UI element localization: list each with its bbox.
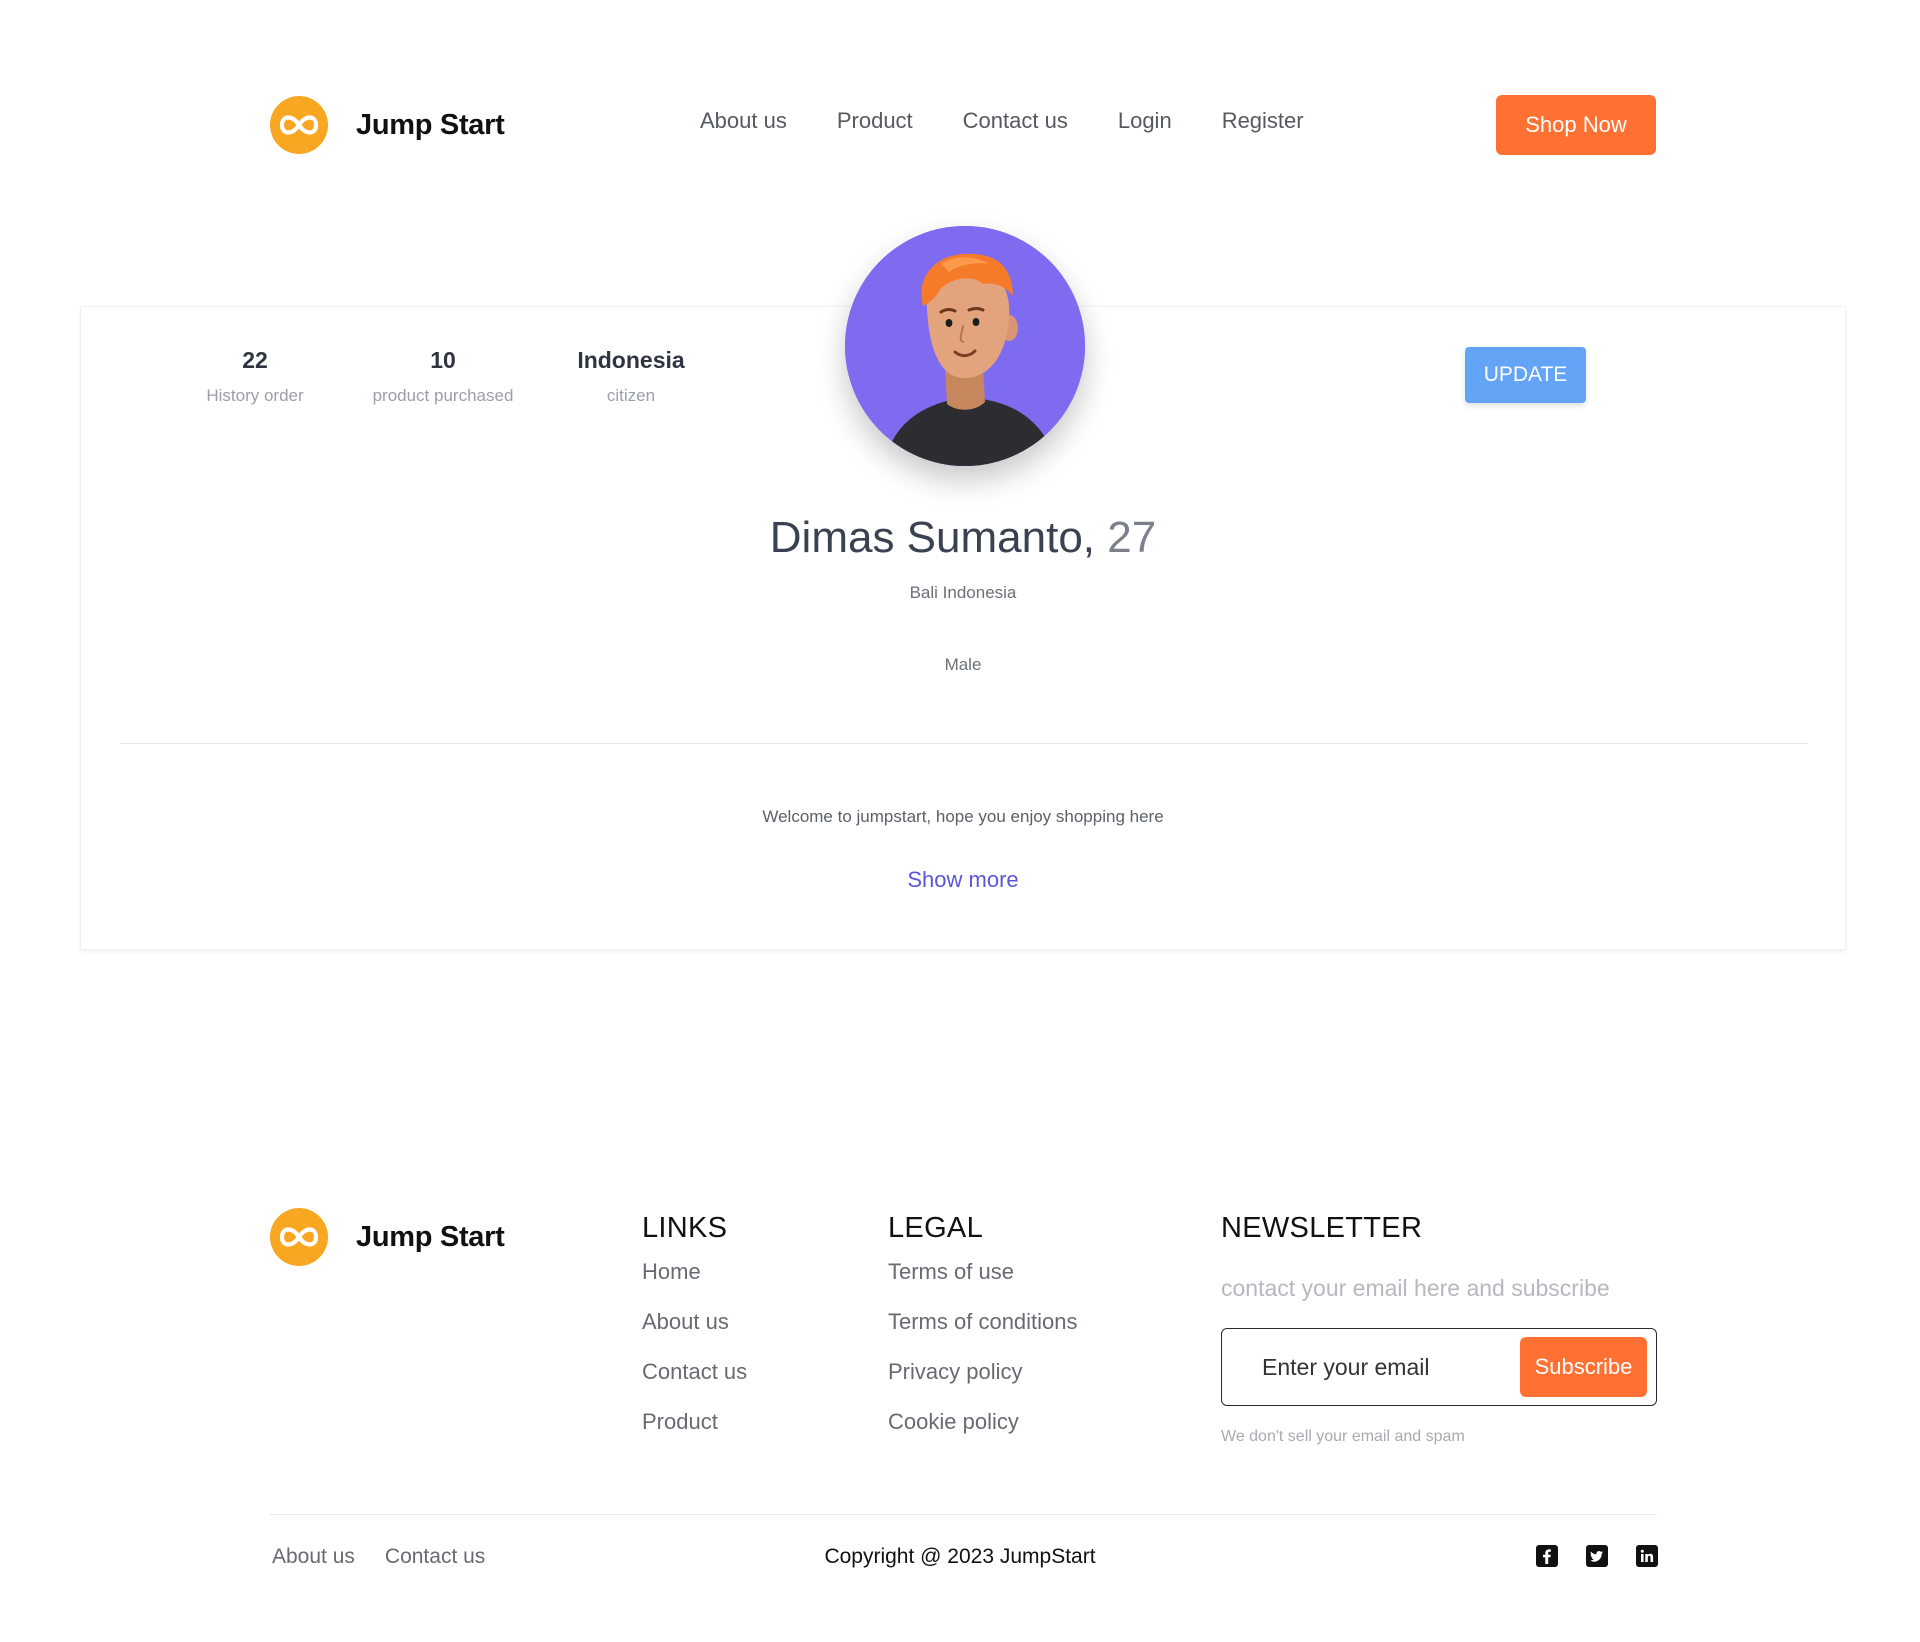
stat-citizen: Indonesia citizen: [537, 347, 725, 406]
newsletter-form: Subscribe: [1221, 1328, 1657, 1406]
subscribe-button[interactable]: Subscribe: [1520, 1337, 1647, 1397]
profile-location: Bali Indonesia: [909, 583, 1017, 602]
profile-age: 27: [1107, 513, 1157, 562]
newsletter-section: NEWSLETTER contact your email here and s…: [1221, 1212, 1657, 1446]
update-button[interactable]: UPDATE: [1465, 347, 1586, 403]
nav-login[interactable]: Login: [1118, 108, 1172, 134]
footer-link-product[interactable]: Product: [642, 1397, 747, 1447]
nav-register[interactable]: Register: [1222, 108, 1304, 134]
nav-contact-us[interactable]: Contact us: [963, 108, 1068, 134]
footer-legal-column: LEGAL Terms of use Terms of conditions P…: [888, 1212, 1078, 1447]
avatar-illustration: [845, 226, 1085, 466]
footer-link-terms-of-use[interactable]: Terms of use: [888, 1247, 1078, 1297]
brand-name: Jump Start: [356, 108, 505, 141]
nav-product[interactable]: Product: [837, 108, 913, 134]
footer-link-cookie-policy[interactable]: Cookie policy: [888, 1397, 1078, 1447]
footer-brand-logo[interactable]: Jump Start: [270, 1208, 505, 1266]
profile-stats: 22 History order 10 product purchased In…: [161, 347, 725, 406]
twitter-icon[interactable]: [1586, 1545, 1608, 1567]
card-divider: [121, 743, 1807, 744]
profile-gender: Male: [944, 655, 982, 674]
footer-brand-name: Jump Start: [356, 1220, 505, 1253]
newsletter-email-input[interactable]: [1232, 1337, 1512, 1397]
stat-label: History order: [206, 386, 304, 405]
nav-about-us[interactable]: About us: [700, 108, 787, 134]
shop-now-button[interactable]: Shop Now: [1496, 95, 1656, 155]
footer-link-terms-of-conditions[interactable]: Terms of conditions: [888, 1297, 1078, 1347]
newsletter-subtitle: contact your email here and subscribe: [1221, 1275, 1610, 1301]
stat-value: 22: [242, 347, 268, 373]
footer-link-contact-us[interactable]: Contact us: [642, 1347, 747, 1397]
footer-legal-title: LEGAL: [888, 1212, 983, 1244]
footer-link-about-us[interactable]: About us: [642, 1297, 747, 1347]
profile-full-name: Dimas Sumanto,: [769, 513, 1096, 562]
stat-label: product purchased: [372, 386, 514, 405]
social-links: [1536, 1545, 1686, 1567]
newsletter-note: We don't sell your email and spam: [1221, 1428, 1465, 1445]
stat-history-order: 22 History order: [161, 347, 349, 406]
stat-value: Indonesia: [577, 347, 685, 373]
avatar: [845, 226, 1085, 466]
linkedin-icon[interactable]: [1636, 1545, 1658, 1567]
infinity-logo-icon: [270, 1208, 328, 1266]
site-header: Jump Start About us Product Contact us L…: [0, 0, 1920, 230]
brand-logo[interactable]: Jump Start: [270, 96, 505, 154]
footer-links-column: LINKS Home About us Contact us Product: [642, 1212, 747, 1447]
footer-links-title: LINKS: [642, 1212, 728, 1244]
footer-divider: [270, 1514, 1657, 1515]
show-more-link[interactable]: Show more: [81, 867, 1845, 893]
infinity-logo-icon: [270, 96, 328, 154]
stat-product-purchased: 10 product purchased: [349, 347, 537, 406]
stat-label: citizen: [606, 386, 656, 405]
profile-bio: Welcome to jumpstart, hope you enjoy sho…: [762, 807, 1164, 826]
profile-name: Dimas Sumanto, 27: [81, 513, 1845, 563]
stat-value: 10: [430, 347, 456, 373]
footer-link-privacy-policy[interactable]: Privacy policy: [888, 1347, 1078, 1397]
newsletter-title: NEWSLETTER: [1221, 1212, 1423, 1244]
facebook-icon[interactable]: [1536, 1545, 1558, 1567]
footer-link-home[interactable]: Home: [642, 1247, 747, 1297]
main-nav: About us Product Contact us Login Regist…: [700, 108, 1354, 134]
